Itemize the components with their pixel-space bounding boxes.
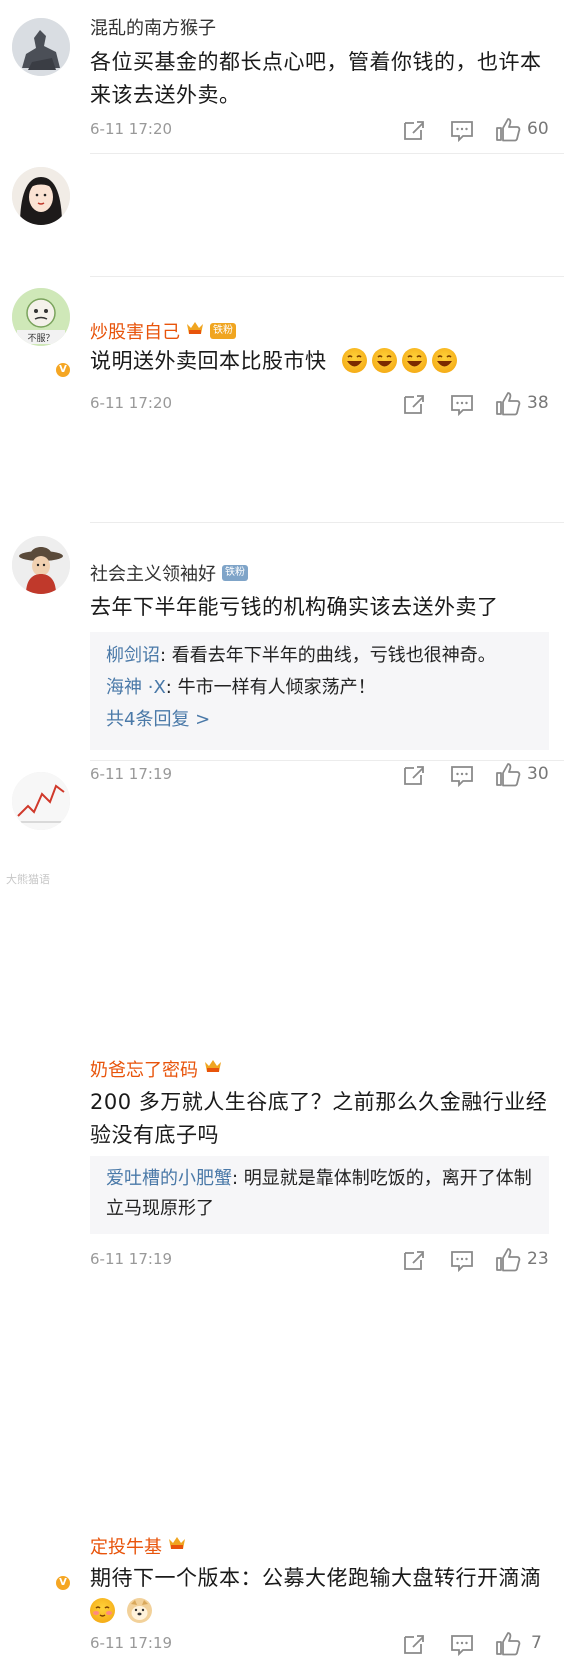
reply-item[interactable]: 爱吐槽的小肥蟹: 明显就是靠体制吃饭的，离开了体制立马现原形了 (106, 1164, 533, 1224)
reply-username[interactable]: 爱吐槽的小肥蟹 (106, 1168, 232, 1189)
comment-icon[interactable] (450, 1244, 474, 1274)
comment-text: 200 多万就人生谷底了？之前那么久金融行业经验没有底子吗 (90, 1090, 548, 1147)
avatar[interactable] (12, 167, 70, 225)
timestamp: 6-11 17:19 (90, 1634, 173, 1652)
share-icon[interactable] (402, 1244, 426, 1274)
like-icon[interactable] (495, 1628, 521, 1658)
verified-badge-icon (54, 1574, 72, 1592)
crown-icon (168, 1534, 186, 1558)
username[interactable]: 定投牛基 (90, 1536, 186, 1560)
crown-icon (204, 1057, 222, 1081)
comment-text: 期待下一个版本：公募大佬跑输大盘转行开滴滴 (90, 1562, 552, 1628)
comment-item: 定投牛基 期待下一个版本：公募大佬跑输大盘转行开滴滴 6-11 17:19 7 (0, 760, 564, 1657)
like-icon[interactable] (495, 114, 521, 144)
comment-text: 各位买基金的都长点心吧，管着你钱的，也许本来该去送外卖。 (90, 50, 542, 107)
cowboy-avatar-image (12, 536, 70, 594)
username-text[interactable]: 奶爸忘了密码 (90, 1060, 198, 1081)
comment-footer: 6-11 17:19 23 (90, 1244, 550, 1274)
blush-emoji-icon (90, 1597, 115, 1623)
timestamp: 6-11 17:19 (90, 1250, 173, 1268)
comment-item: 奶爸忘了密码 200 多万就人生谷底了？之前那么久金融行业经验没有底子吗 爱吐槽… (0, 522, 564, 1273)
like-count: 23 (527, 1249, 549, 1269)
comment-item: 混乱的南方猴子 各位买基金的都长点心吧，管着你钱的，也许本来该去送外卖。 6-1… (0, 0, 564, 153)
like-icon[interactable] (495, 1244, 521, 1274)
avatar[interactable] (12, 536, 70, 594)
doge-emoji-icon (127, 1597, 153, 1623)
username[interactable]: 混乱的南方猴子 (90, 17, 216, 41)
comment-icon[interactable] (450, 114, 474, 144)
username[interactable]: 奶爸忘了密码 (90, 1059, 222, 1083)
comment-item: 不服？ 社会主义领袖好 铁粉 去年下半年能亏钱的机构确实该去送外卖了 柳剑诏: 看… (0, 276, 564, 788)
comment-text-content: 期待下一个版本：公募大佬跑输大盘转行开滴滴 (90, 1566, 542, 1590)
comment-footer: 6-11 17:20 60 (90, 114, 550, 144)
watermark: 大熊猫语 (6, 871, 50, 887)
stock-chart-avatar-image (12, 772, 70, 830)
statue-avatar-image (12, 18, 70, 76)
like-count: 7 (531, 1633, 542, 1653)
avatar[interactable] (12, 772, 70, 830)
reply-preview[interactable]: 爱吐槽的小肥蟹: 明显就是靠体制吃饭的，离开了体制立马现原形了 (90, 1156, 549, 1234)
comment-icon[interactable] (450, 1628, 474, 1658)
cartoon-girl-avatar-image (12, 167, 70, 225)
comment-footer: 6-11 17:19 7 (90, 1628, 550, 1658)
username-text[interactable]: 混乱的南方猴子 (90, 18, 216, 39)
share-icon[interactable] (402, 1628, 426, 1658)
emoji-row (90, 1595, 552, 1628)
avatar[interactable] (12, 18, 70, 76)
share-icon[interactable] (402, 114, 426, 144)
watermark-text: 大熊猫语 (6, 873, 50, 886)
comment-item: 炒股害自己铁粉 说明送外卖回本比股市快 6-11 17:20 38 (0, 153, 564, 417)
timestamp: 6-11 17:20 (90, 120, 173, 138)
username-text[interactable]: 定投牛基 (90, 1537, 162, 1558)
avatar-caption: 不服？ (27, 333, 54, 344)
avatar[interactable]: 不服？ (12, 288, 70, 346)
like-count: 60 (527, 119, 549, 139)
meme-avatar-image: 不服？ (12, 288, 70, 346)
